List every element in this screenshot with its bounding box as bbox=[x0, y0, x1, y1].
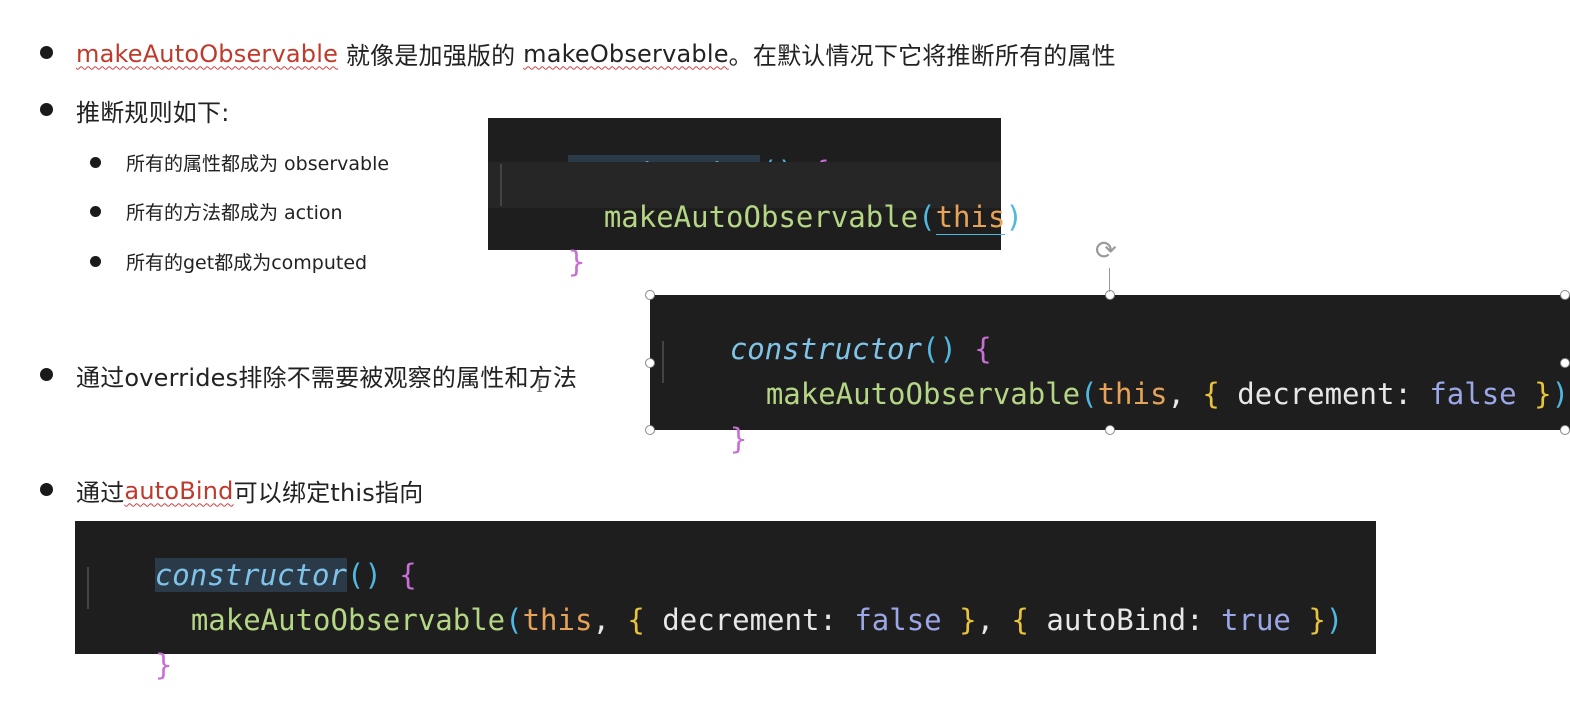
resize-handle-bottom-middle[interactable] bbox=[1105, 425, 1115, 435]
code-token-brace: } bbox=[567, 245, 586, 279]
bullet-text: 可以绑定this指向 bbox=[233, 479, 424, 507]
sub-bullet-dot bbox=[90, 256, 101, 267]
code-block-autobind: constructor() { makeAutoObservable(this,… bbox=[75, 521, 1376, 682]
sub-bullet-computed: 所有的get都成为computed bbox=[126, 248, 367, 275]
text-cursor-icon: Ⅰ bbox=[536, 376, 544, 397]
autobind-term: autoBind bbox=[124, 476, 234, 505]
bullet-dot bbox=[40, 103, 53, 116]
bullet-text: 推断规则如下: bbox=[76, 99, 230, 127]
sub-bullet-text: 所有的get都成为computed bbox=[126, 252, 368, 274]
makeobservable-term: makeObservable bbox=[523, 39, 729, 68]
bullet-dot bbox=[40, 368, 53, 381]
bullet-dot bbox=[40, 46, 53, 59]
code-line: } bbox=[85, 614, 1376, 716]
sub-bullet-text: 所有的属性都成为 observable bbox=[126, 153, 390, 175]
code-token-brace: } bbox=[154, 648, 173, 682]
sub-bullet-dot bbox=[90, 157, 101, 168]
rotate-handle-stem bbox=[1109, 268, 1110, 292]
bullet-text: 。在默认情况下它将推断所有的属性 bbox=[728, 42, 1116, 70]
resize-handle-bottom-right[interactable] bbox=[1560, 425, 1570, 435]
resize-handle-middle-right[interactable] bbox=[1560, 358, 1570, 368]
bullet-overrides: 通过overrides排除不需要被观察的属性和方法 bbox=[76, 358, 577, 393]
indent-guide bbox=[662, 341, 664, 383]
resize-handle-top-right[interactable] bbox=[1560, 290, 1570, 300]
code-block-overrides[interactable]: constructor() { makeAutoObservable(this,… bbox=[650, 295, 1570, 456]
sub-bullet-text: 所有的方法都成为 action bbox=[126, 202, 343, 224]
sub-bullet-observable: 所有的属性都成为 observable bbox=[126, 149, 389, 176]
bullet-inference-rules: 推断规则如下: bbox=[76, 93, 230, 128]
bullet-autobind: 通过 autoBind 可以绑定this指向 bbox=[76, 473, 423, 508]
sub-bullet-action: 所有的方法都成为 action bbox=[126, 198, 343, 225]
resize-handle-middle-left[interactable] bbox=[645, 358, 655, 368]
bullet-text: 通过overrides排除不需要被观察的属性和方法 bbox=[76, 364, 578, 392]
code-line: } bbox=[660, 388, 1570, 490]
makeautoobservable-term: makeAutoObservable bbox=[76, 39, 339, 68]
rotate-handle-icon[interactable]: ⟳ bbox=[1095, 236, 1117, 266]
bullet-text: 通过 bbox=[76, 479, 125, 507]
bullet-text: 就像是加强版的 bbox=[338, 42, 524, 70]
resize-handle-top-left[interactable] bbox=[645, 290, 655, 300]
code-block-basic: constructor() { makeAutoObservable(this)… bbox=[488, 118, 1023, 279]
code-token-brace: } bbox=[729, 422, 748, 456]
indent-guide bbox=[500, 164, 502, 206]
bullet-dot bbox=[40, 483, 53, 496]
resize-handle-bottom-left[interactable] bbox=[645, 425, 655, 435]
sub-bullet-dot bbox=[90, 206, 101, 217]
indent-guide bbox=[87, 567, 89, 609]
code-token-paren: ) bbox=[1005, 200, 1023, 234]
resize-handle-top-middle[interactable] bbox=[1105, 290, 1115, 300]
bullet-makeautoobservable: makeAutoObservable 就像是加强版的 makeObservabl… bbox=[76, 36, 1116, 71]
